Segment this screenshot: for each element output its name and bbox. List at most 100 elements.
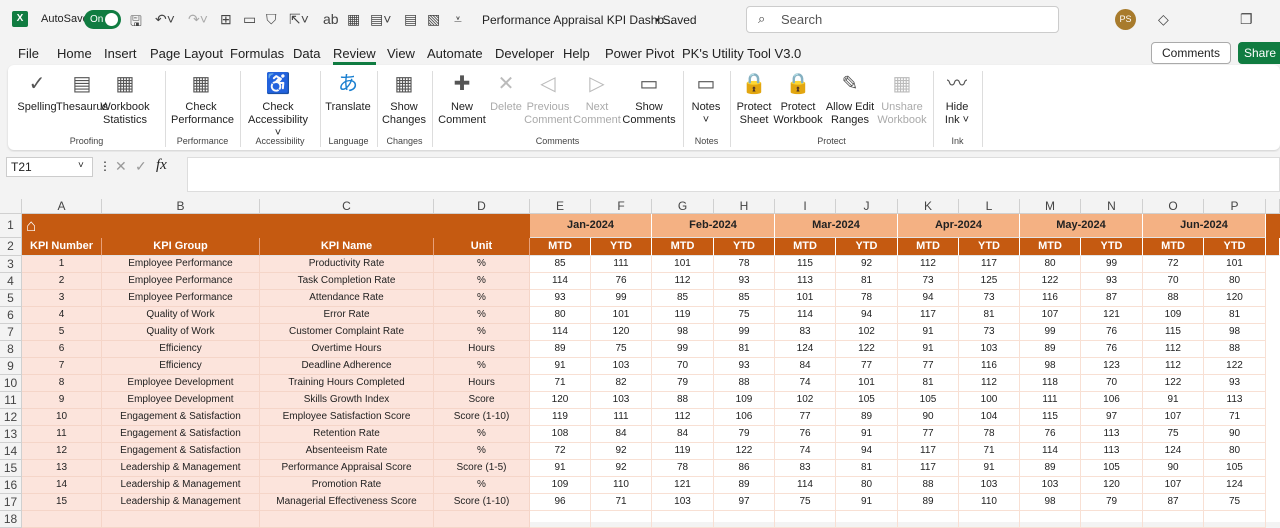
cell-name[interactable]: Customer Complaint Rate (260, 324, 434, 341)
empty-cell[interactable] (775, 511, 836, 528)
cell-value[interactable]: 74 (775, 375, 836, 392)
row-header-9[interactable]: 9 (0, 358, 22, 375)
cell-value[interactable]: 107 (1143, 409, 1204, 426)
row-header-2[interactable]: 2 (0, 238, 22, 256)
row-header-10[interactable]: 10 (0, 375, 22, 392)
cell-name[interactable]: Absenteeism Rate (260, 443, 434, 460)
cell-value[interactable]: 96 (530, 494, 591, 511)
column-header-N[interactable]: N (1081, 199, 1143, 214)
cell-name[interactable]: Overtime Hours (260, 341, 434, 358)
enter-icon[interactable]: ✓ (135, 158, 147, 175)
cell-value[interactable]: 77 (836, 358, 898, 375)
cell-value[interactable]: 83 (775, 324, 836, 341)
cell-value[interactable]: 124 (775, 341, 836, 358)
cell-value[interactable]: 123 (1081, 358, 1143, 375)
cell-value[interactable]: 121 (652, 477, 714, 494)
cell-value[interactable]: 78 (836, 290, 898, 307)
cell-value[interactable]: 103 (652, 494, 714, 511)
cell-group[interactable]: Employee Performance (102, 290, 260, 307)
cell-value[interactable]: 121 (1081, 307, 1143, 324)
cell-value[interactable]: 78 (652, 460, 714, 477)
tab-view[interactable]: View (387, 46, 415, 61)
avatar[interactable]: PS (1115, 9, 1136, 30)
cell-value[interactable]: 76 (775, 426, 836, 443)
workbook-statistics-button[interactable]: ▦ Workbook Statistics (95, 71, 155, 127)
cell-value[interactable]: 71 (591, 494, 652, 511)
cell-value[interactable]: 76 (1081, 341, 1143, 358)
cell-value[interactable]: 90 (1204, 426, 1266, 443)
cell-value[interactable]: 114 (530, 273, 591, 290)
cell-name[interactable]: Managerial Effectiveness Score (260, 494, 434, 511)
cell-unit[interactable]: Hours (434, 375, 530, 392)
cell-value[interactable]: 120 (1204, 290, 1266, 307)
cell-name[interactable]: Attendance Rate (260, 290, 434, 307)
show-comments-button[interactable]: ▭ Show Comments (619, 71, 679, 127)
row-header-4[interactable]: 4 (0, 273, 22, 290)
cell-value[interactable]: 105 (898, 392, 959, 409)
row-header-15[interactable]: 15 (0, 460, 22, 477)
cell-value[interactable]: 122 (836, 341, 898, 358)
cell-value[interactable]: 78 (959, 426, 1020, 443)
cell-value[interactable]: 117 (898, 307, 959, 324)
cell-value[interactable]: 94 (898, 290, 959, 307)
comments-button[interactable]: Comments (1151, 42, 1231, 64)
cell-value[interactable]: 114 (1020, 443, 1081, 460)
cell-value[interactable]: 84 (775, 358, 836, 375)
cell-value[interactable]: 125 (959, 273, 1020, 290)
empty-cell[interactable] (959, 511, 1020, 528)
cell-group[interactable]: Leadership & Management (102, 460, 260, 477)
cell-value[interactable]: 91 (959, 460, 1020, 477)
cell-value[interactable]: 87 (1081, 290, 1143, 307)
cell-value[interactable]: 117 (898, 460, 959, 477)
cell-value[interactable]: 81 (836, 460, 898, 477)
cell-unit[interactable]: Score (434, 392, 530, 409)
share-button[interactable]: Share (1238, 42, 1280, 64)
customize-qat-icon[interactable]: ⩡ (454, 11, 462, 28)
spreadsheet-grid[interactable]: A B C D E F G H I J K L M N O P 1 2 3 4 5 6 7 8 9 10 11 12 13 14 15 16 1… (0, 199, 1280, 528)
cell-value[interactable]: 80 (836, 477, 898, 494)
cell-name[interactable]: Task Completion Rate (260, 273, 434, 290)
cell-value[interactable]: 106 (1081, 392, 1143, 409)
cell-value[interactable]: 117 (898, 443, 959, 460)
tab-formulas[interactable]: Formulas (230, 46, 284, 61)
form-icon[interactable]: ▧ (427, 11, 440, 28)
cell-value[interactable]: 71 (959, 443, 1020, 460)
cell-value[interactable]: 116 (1020, 290, 1081, 307)
empty-cell[interactable] (1020, 511, 1081, 528)
cell-unit[interactable]: Score (1-10) (434, 494, 530, 511)
empty-cell[interactable] (260, 511, 434, 528)
cell-num[interactable]: 9 (22, 392, 102, 409)
more-options-icon[interactable]: ⋮ (99, 159, 111, 173)
column-header-G[interactable]: G (652, 199, 714, 214)
row-header-12[interactable]: 12 (0, 409, 22, 426)
row-header-5[interactable]: 5 (0, 290, 22, 307)
cell-value[interactable]: 107 (1020, 307, 1081, 324)
cell-value[interactable]: 74 (775, 443, 836, 460)
tab-automate[interactable]: Automate (427, 46, 483, 61)
empty-cell[interactable] (102, 511, 260, 528)
cell-value[interactable]: 91 (1143, 392, 1204, 409)
cell-value[interactable]: 76 (1081, 324, 1143, 341)
row-header-8[interactable]: 8 (0, 341, 22, 358)
cell-unit[interactable]: % (434, 443, 530, 460)
tab-pk-s-utility-tool-v3-0[interactable]: PK's Utility Tool V3.0 (682, 46, 801, 61)
row-header-17[interactable]: 17 (0, 494, 22, 511)
cell-value[interactable]: 77 (898, 426, 959, 443)
cell-value[interactable]: 80 (1020, 256, 1081, 273)
check-performance-button[interactable]: ▦ Check Performance (171, 71, 234, 127)
cell-value[interactable]: 75 (591, 341, 652, 358)
cell-value[interactable]: 117 (959, 256, 1020, 273)
cell-value[interactable]: 101 (652, 256, 714, 273)
cell-value[interactable]: 111 (1020, 392, 1081, 409)
select-all-corner[interactable] (0, 199, 22, 214)
tab-help[interactable]: Help (563, 46, 590, 61)
cell-value[interactable]: 113 (775, 273, 836, 290)
cell-group[interactable]: Engagement & Satisfaction (102, 426, 260, 443)
redo-icon[interactable]: ↷˅ (188, 11, 208, 28)
cell-value[interactable]: 112 (1143, 341, 1204, 358)
cell-value[interactable]: 114 (530, 324, 591, 341)
cell-value[interactable]: 113 (1204, 392, 1266, 409)
cell-value[interactable]: 85 (652, 290, 714, 307)
cell-value[interactable]: 101 (1204, 256, 1266, 273)
cell-value[interactable]: 89 (836, 409, 898, 426)
